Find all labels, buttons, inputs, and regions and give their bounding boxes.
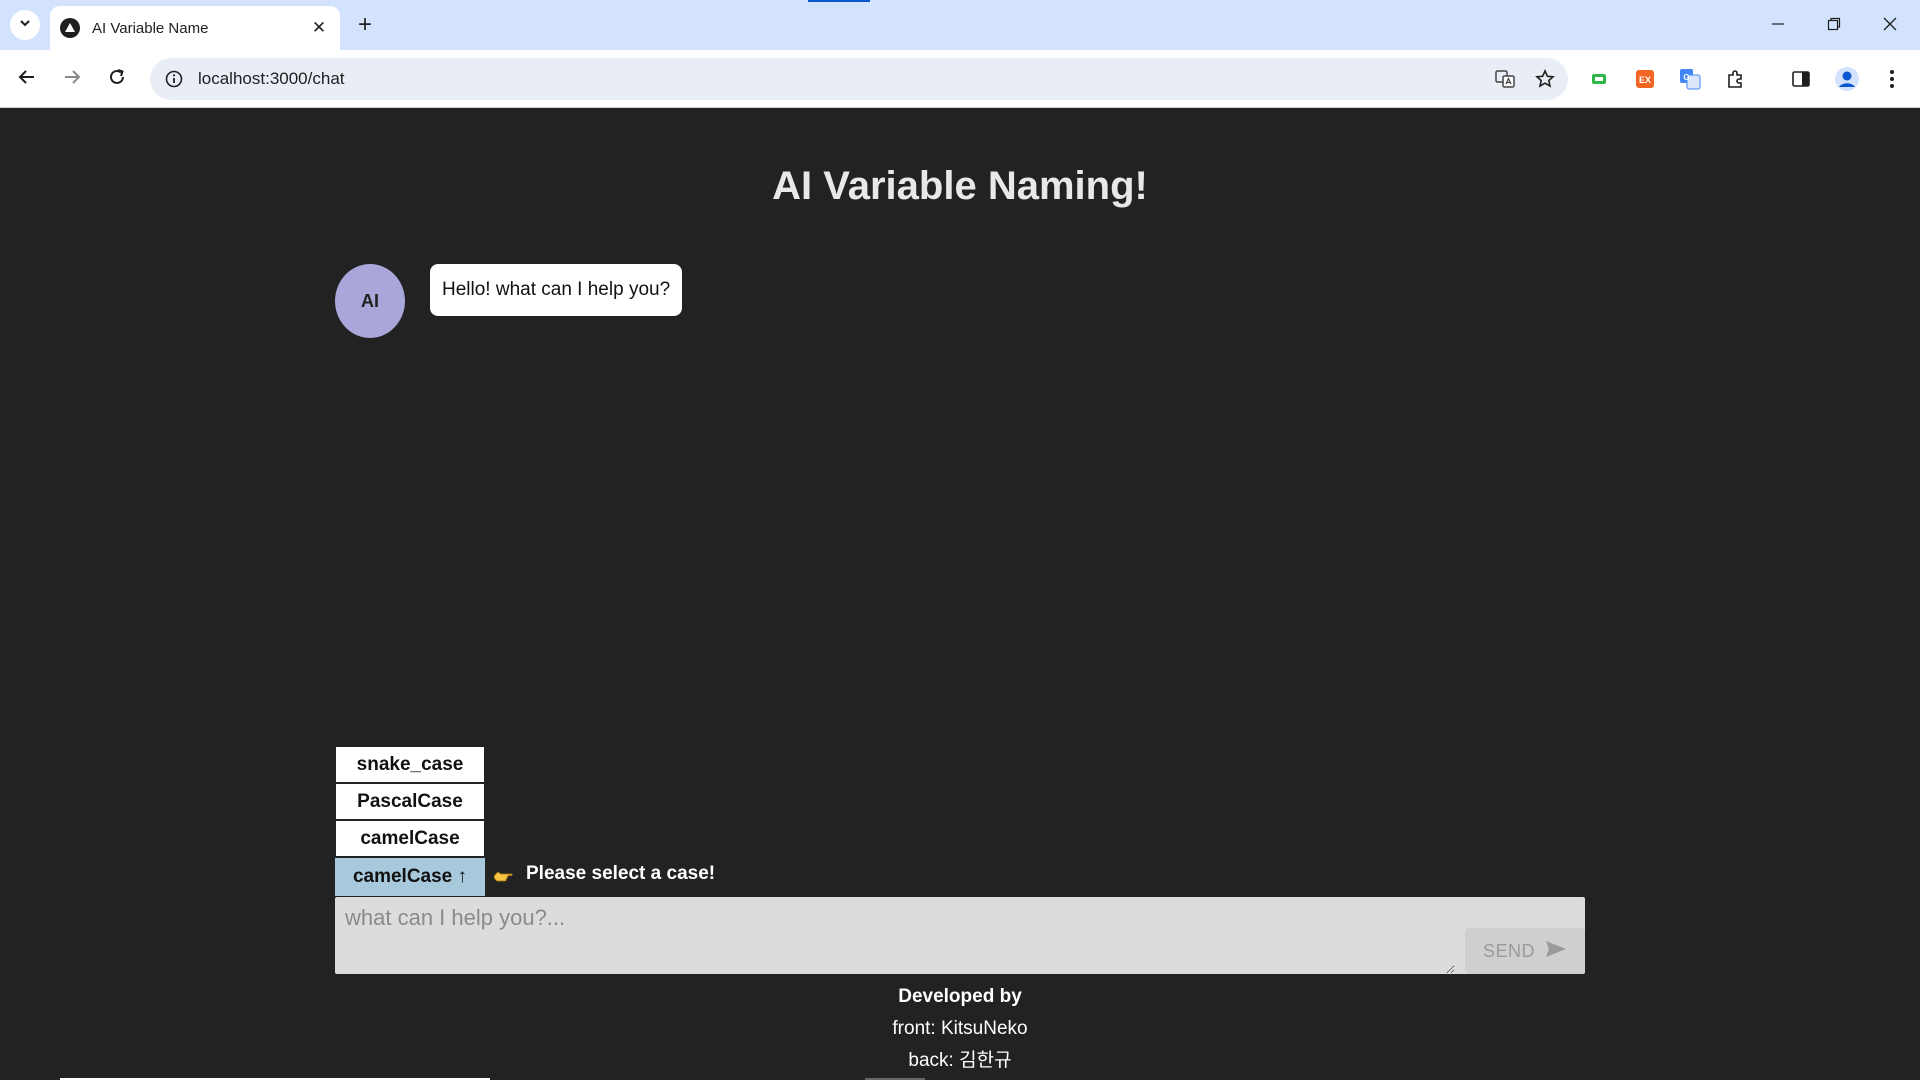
page-title: AI Variable Naming! xyxy=(772,164,1148,208)
reload-icon xyxy=(108,68,126,91)
pointing-hand-icon xyxy=(492,867,514,882)
site-info-icon[interactable] xyxy=(164,69,184,89)
google-translate-extension-icon[interactable]: G xyxy=(1673,62,1707,96)
profile-icon[interactable] xyxy=(1830,62,1864,96)
message-input[interactable] xyxy=(335,897,1455,974)
back-button[interactable] xyxy=(10,62,44,96)
restore-icon[interactable] xyxy=(1812,8,1856,40)
tab-drag-indicator xyxy=(808,0,870,2)
new-tab-button[interactable]: + xyxy=(350,10,380,40)
extension-ex-icon[interactable]: EX xyxy=(1628,62,1662,96)
reload-button[interactable] xyxy=(100,62,134,96)
forward-button[interactable] xyxy=(55,62,89,96)
message-composer: SEND xyxy=(335,897,1585,974)
case-options-list: snake_case PascalCase camelCase xyxy=(335,746,485,857)
browser-tab-active[interactable]: AI Variable Name ✕ xyxy=(50,6,340,50)
case-hint: Please select a case! xyxy=(492,863,715,885)
chat-message: AI Hello! what can I help you? xyxy=(335,264,683,338)
message-bubble: Hello! what can I help you? xyxy=(430,264,683,316)
send-label: SEND xyxy=(1482,940,1535,961)
send-button[interactable]: SEND xyxy=(1465,928,1585,974)
back-icon xyxy=(18,68,36,91)
tab-strip: AI Variable Name ✕ + xyxy=(0,0,1920,50)
address-bar[interactable]: localhost:3000/chat xyxy=(150,58,1568,100)
extension-green-icon[interactable] xyxy=(1582,62,1616,96)
svg-text:EX: EX xyxy=(1639,75,1651,85)
footer-back-credit: back: 김한규 xyxy=(908,1050,1012,1071)
case-option-pascal[interactable]: PascalCase xyxy=(335,783,485,820)
case-option-snake[interactable]: snake_case xyxy=(335,746,485,783)
footer-front-credit: front: KitsuNeko xyxy=(892,1018,1028,1039)
url-text[interactable]: localhost:3000/chat xyxy=(198,69,1488,89)
case-select-button[interactable]: camelCase ↑ xyxy=(335,858,485,896)
footer: Developed by front: KitsuNeko back: 김한규 xyxy=(0,981,1920,1077)
side-panel-icon[interactable] xyxy=(1784,62,1818,96)
avatar: AI xyxy=(335,264,405,338)
extension-icon[interactable] xyxy=(1718,62,1752,96)
case-option-camel[interactable]: camelCase xyxy=(335,820,485,857)
browser-toolbar: localhost:3000/chat EX G xyxy=(0,50,1920,108)
tab-title: AI Variable Name xyxy=(92,19,209,37)
bookmark-star-icon[interactable] xyxy=(1528,62,1562,96)
case-hint-text: Please select a case! xyxy=(526,863,716,884)
svg-text:G: G xyxy=(1683,73,1689,82)
chevron-down-icon xyxy=(18,16,32,35)
footer-title: Developed by xyxy=(898,986,1022,1007)
tab-search-button[interactable] xyxy=(10,10,40,40)
close-icon[interactable]: ✕ xyxy=(308,17,330,39)
window-close-icon[interactable] xyxy=(1868,8,1912,40)
minimize-icon[interactable] xyxy=(1756,8,1800,40)
favicon-icon xyxy=(60,18,80,38)
menu-icon[interactable] xyxy=(1875,62,1909,96)
chat-page: AI Variable Naming! AI Hello! what can I… xyxy=(0,108,1920,1080)
forward-icon xyxy=(63,68,81,91)
send-icon xyxy=(1545,940,1567,963)
translate-icon[interactable] xyxy=(1488,62,1522,96)
